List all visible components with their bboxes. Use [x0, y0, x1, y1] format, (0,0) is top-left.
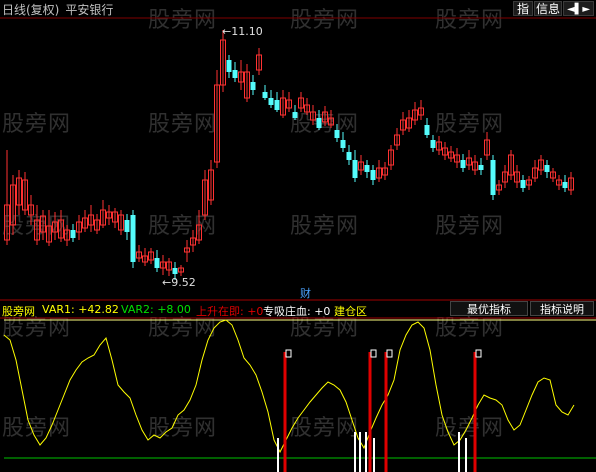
rise-value: 上升在即: +0	[196, 305, 264, 318]
high-price-value: 11.10	[231, 25, 263, 38]
candle-body	[340, 140, 346, 148]
low-price-value: 9.52	[171, 276, 196, 289]
candle-body	[250, 82, 256, 90]
rise-signal-tag	[285, 349, 292, 358]
candle-body	[370, 170, 376, 180]
rise-signal-tag	[370, 349, 377, 358]
absorb-value: 专吸庄血: +0	[263, 305, 331, 318]
candle-body	[334, 130, 340, 138]
candle-body	[292, 112, 298, 118]
candle-body	[520, 180, 526, 188]
candle-body	[346, 152, 352, 160]
candle-body	[124, 220, 130, 232]
candle-body	[430, 140, 436, 148]
candle-body	[364, 165, 370, 172]
var1-line	[3, 319, 575, 454]
finance-event-marker[interactable]: 财	[300, 285, 311, 301]
candle-body	[226, 60, 232, 72]
candle-body	[316, 118, 322, 128]
var1-value: VAR1: +42.82	[42, 303, 119, 316]
candle-body	[424, 125, 430, 135]
indicator-name[interactable]: 股旁网	[2, 303, 35, 319]
candle-body	[262, 92, 268, 98]
candle-body	[232, 70, 238, 78]
candle-body	[154, 258, 160, 268]
rise-signal-tag	[386, 349, 393, 358]
candle-body	[274, 100, 280, 110]
high-price-label: ←11.10	[222, 25, 263, 38]
candle-body	[562, 182, 568, 188]
candle-body	[478, 165, 484, 170]
candle-body	[352, 160, 358, 178]
indicator-series	[3, 319, 596, 472]
candle-body	[490, 160, 496, 195]
candle-body	[130, 215, 136, 262]
low-price-label: ←9.52	[162, 276, 196, 289]
best-indicator-button[interactable]: 最优指标	[450, 301, 528, 316]
candle-body	[70, 230, 76, 238]
candle-body	[268, 98, 274, 105]
build-zone-label: 建仓区	[334, 305, 367, 318]
candle-body	[172, 268, 178, 274]
candlestick-series	[4, 30, 574, 280]
chart-canvas[interactable]	[0, 0, 596, 472]
var2-value: VAR2: +8.00	[121, 303, 191, 316]
indicator-desc-button[interactable]: 指标说明	[530, 301, 594, 316]
rise-signal-tag	[475, 349, 482, 358]
candle-body	[544, 165, 550, 172]
candle-body	[460, 160, 466, 168]
